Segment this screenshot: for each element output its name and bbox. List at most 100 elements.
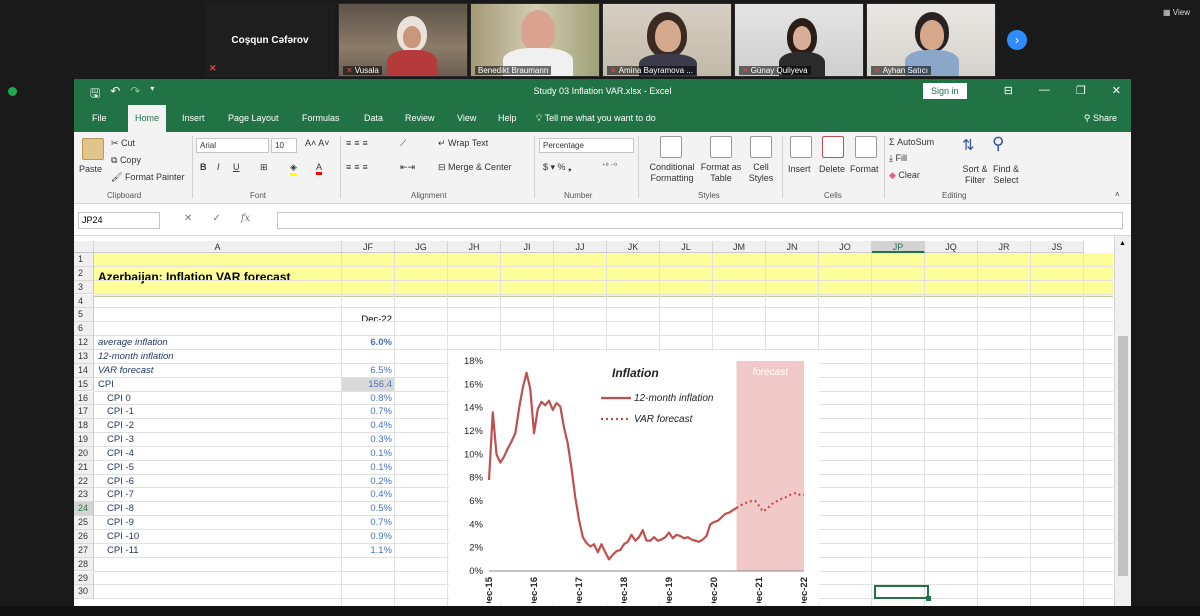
borders-icon[interactable]: ⊞	[260, 162, 268, 173]
copy-button[interactable]: ⧉ Copy	[111, 155, 141, 166]
tab-page-layout[interactable]: Page Layout	[224, 105, 283, 132]
autosum-button[interactable]: Σ AutoSum	[889, 137, 934, 147]
font-size-dropdown[interactable]: 10	[271, 138, 297, 153]
scrollbar-thumb[interactable]	[1118, 336, 1128, 576]
name-box[interactable]: JP24	[78, 212, 160, 229]
cell-styles-button[interactable]: Cell Styles	[744, 162, 778, 184]
ribbon-display-icon[interactable]: ⊟	[1004, 84, 1013, 97]
participant-tile[interactable]: ✕ Amina Bayramova ...	[602, 3, 732, 77]
spreadsheet-grid[interactable]: Azerbaijan: Inflation VAR forecast Dec-2…	[74, 236, 1114, 606]
restore-icon[interactable]: ❐	[1076, 84, 1086, 97]
column-header[interactable]: JF	[342, 241, 395, 253]
cut-button[interactable]: ✂ Cut	[111, 138, 135, 149]
fill-button[interactable]: ⤓ Fill	[889, 153, 907, 164]
font-name-dropdown[interactable]: Arial	[196, 138, 269, 153]
row-header[interactable]: 21	[74, 460, 94, 475]
delete-cells-icon[interactable]	[822, 136, 844, 158]
wrap-text-button[interactable]: ↵ Wrap Text	[438, 138, 488, 149]
close-icon[interactable]: ✕	[1112, 84, 1121, 97]
select-all-corner[interactable]	[74, 241, 94, 253]
font-grow-icon[interactable]: A˄ A˅	[305, 138, 330, 148]
tab-review[interactable]: Review	[401, 105, 439, 132]
paste-icon[interactable]	[82, 138, 104, 160]
tab-formulas[interactable]: Formulas	[298, 105, 344, 132]
tab-help[interactable]: Help	[494, 105, 521, 132]
row-header[interactable]: 30	[74, 585, 94, 600]
row-header[interactable]: 13	[74, 349, 94, 364]
column-header[interactable]: JN	[766, 241, 819, 253]
share-button[interactable]: ⚲ Share	[1084, 105, 1117, 132]
tab-insert[interactable]: Insert	[178, 105, 209, 132]
sign-in-button[interactable]: Sign in	[923, 83, 967, 99]
number-format-dropdown[interactable]: Percentage	[539, 138, 634, 153]
collapse-ribbon-icon[interactable]: ˄	[1115, 190, 1120, 199]
row-header[interactable]: 19	[74, 433, 94, 447]
format-painter-button[interactable]: 🖌︎ Format Painter	[111, 172, 184, 183]
italic-icon[interactable]: I	[217, 162, 220, 172]
formula-input[interactable]	[277, 212, 1123, 229]
row-header[interactable]: 24	[74, 502, 94, 517]
row-header[interactable]: 1	[74, 253, 94, 267]
delete-cells-button[interactable]: Delete	[819, 164, 845, 174]
conditional-formatting-button[interactable]: Conditional Formatting	[642, 162, 702, 184]
insert-cells-icon[interactable]	[790, 136, 812, 158]
row-header[interactable]: 20	[74, 446, 94, 461]
merge-center-button[interactable]: ⊟ Merge & Center	[438, 162, 512, 173]
row-header[interactable]: 3	[74, 280, 94, 295]
tab-home[interactable]: Home	[128, 105, 167, 132]
column-header[interactable]: JL	[660, 241, 713, 253]
row-header[interactable]: 18	[74, 419, 94, 433]
participant-tile[interactable]: ✕ Ayhan Satıcı	[866, 3, 996, 77]
fill-color-icon[interactable]: ◈	[290, 162, 297, 176]
insert-cells-button[interactable]: Insert	[788, 164, 811, 174]
column-header[interactable]: JS	[1031, 241, 1084, 253]
format-as-table-button[interactable]: Format as Table	[697, 162, 745, 184]
cell-styles-icon[interactable]	[750, 136, 772, 158]
row-header[interactable]: 15	[74, 377, 94, 392]
tab-data[interactable]: Data	[360, 105, 387, 132]
format-cells-icon[interactable]	[855, 136, 877, 158]
row-header[interactable]: 14	[74, 363, 94, 378]
minimize-icon[interactable]: —	[1039, 84, 1050, 97]
row-header[interactable]: 4	[74, 294, 94, 309]
row-header[interactable]: 26	[74, 530, 94, 544]
vertical-scrollbar[interactable]: ▲	[1114, 236, 1131, 606]
column-header[interactable]: JK	[607, 241, 660, 253]
column-header[interactable]: A	[94, 241, 342, 253]
participant-tile[interactable]: ✕ Günay Quliyeva	[734, 3, 864, 77]
row-header[interactable]: 25	[74, 516, 94, 530]
row-header[interactable]: 23	[74, 488, 94, 503]
clear-button[interactable]: ◆ Clear	[889, 170, 920, 181]
column-header[interactable]: JM	[713, 241, 766, 253]
column-header[interactable]: JQ	[925, 241, 978, 253]
column-header[interactable]: JO	[819, 241, 872, 253]
bold-icon[interactable]: B	[200, 162, 207, 172]
row-header[interactable]: 5	[74, 308, 94, 323]
active-cell-selection[interactable]	[874, 585, 931, 601]
row-header[interactable]: 2	[74, 266, 94, 281]
indent-icon[interactable]: ⇤⇥	[400, 162, 415, 173]
underline-icon[interactable]: U	[233, 162, 240, 172]
row-header[interactable]: 28	[74, 557, 94, 572]
paste-button[interactable]: Paste	[79, 164, 102, 174]
scroll-up-icon[interactable]: ▲	[1119, 240, 1126, 247]
tab-file[interactable]: File	[88, 105, 111, 132]
row-header[interactable]: 17	[74, 405, 94, 420]
find-icon[interactable]: ⚲	[992, 134, 1004, 154]
find-select-button[interactable]: Find & Select	[988, 164, 1024, 186]
row-header[interactable]: 29	[74, 571, 94, 586]
currency-icon[interactable]: $ ▾ % ❟	[543, 162, 572, 173]
row-header[interactable]: 22	[74, 474, 94, 489]
conditional-formatting-icon[interactable]	[660, 136, 682, 158]
sort-filter-icon[interactable]: ⇅	[962, 136, 975, 154]
column-header[interactable]: JG	[395, 241, 448, 253]
chevron-right-icon[interactable]: ›	[1007, 30, 1027, 50]
security-shield-icon[interactable]	[8, 87, 17, 96]
column-header[interactable]: JP	[872, 241, 925, 253]
confirm-icon[interactable]: ✓	[212, 213, 220, 224]
inflation-chart[interactable]: forecast 0% 2% 4% 6% 8% 10% 12% 14% 16% 18% Dec-15 D…	[449, 351, 819, 603]
insert-function-icon[interactable]: fx	[241, 213, 250, 224]
column-header[interactable]: JI	[501, 241, 554, 253]
orientation-icon[interactable]: ⟋	[400, 138, 406, 149]
horizontal-align-icon[interactable]: ≡≡≡	[346, 162, 371, 172]
